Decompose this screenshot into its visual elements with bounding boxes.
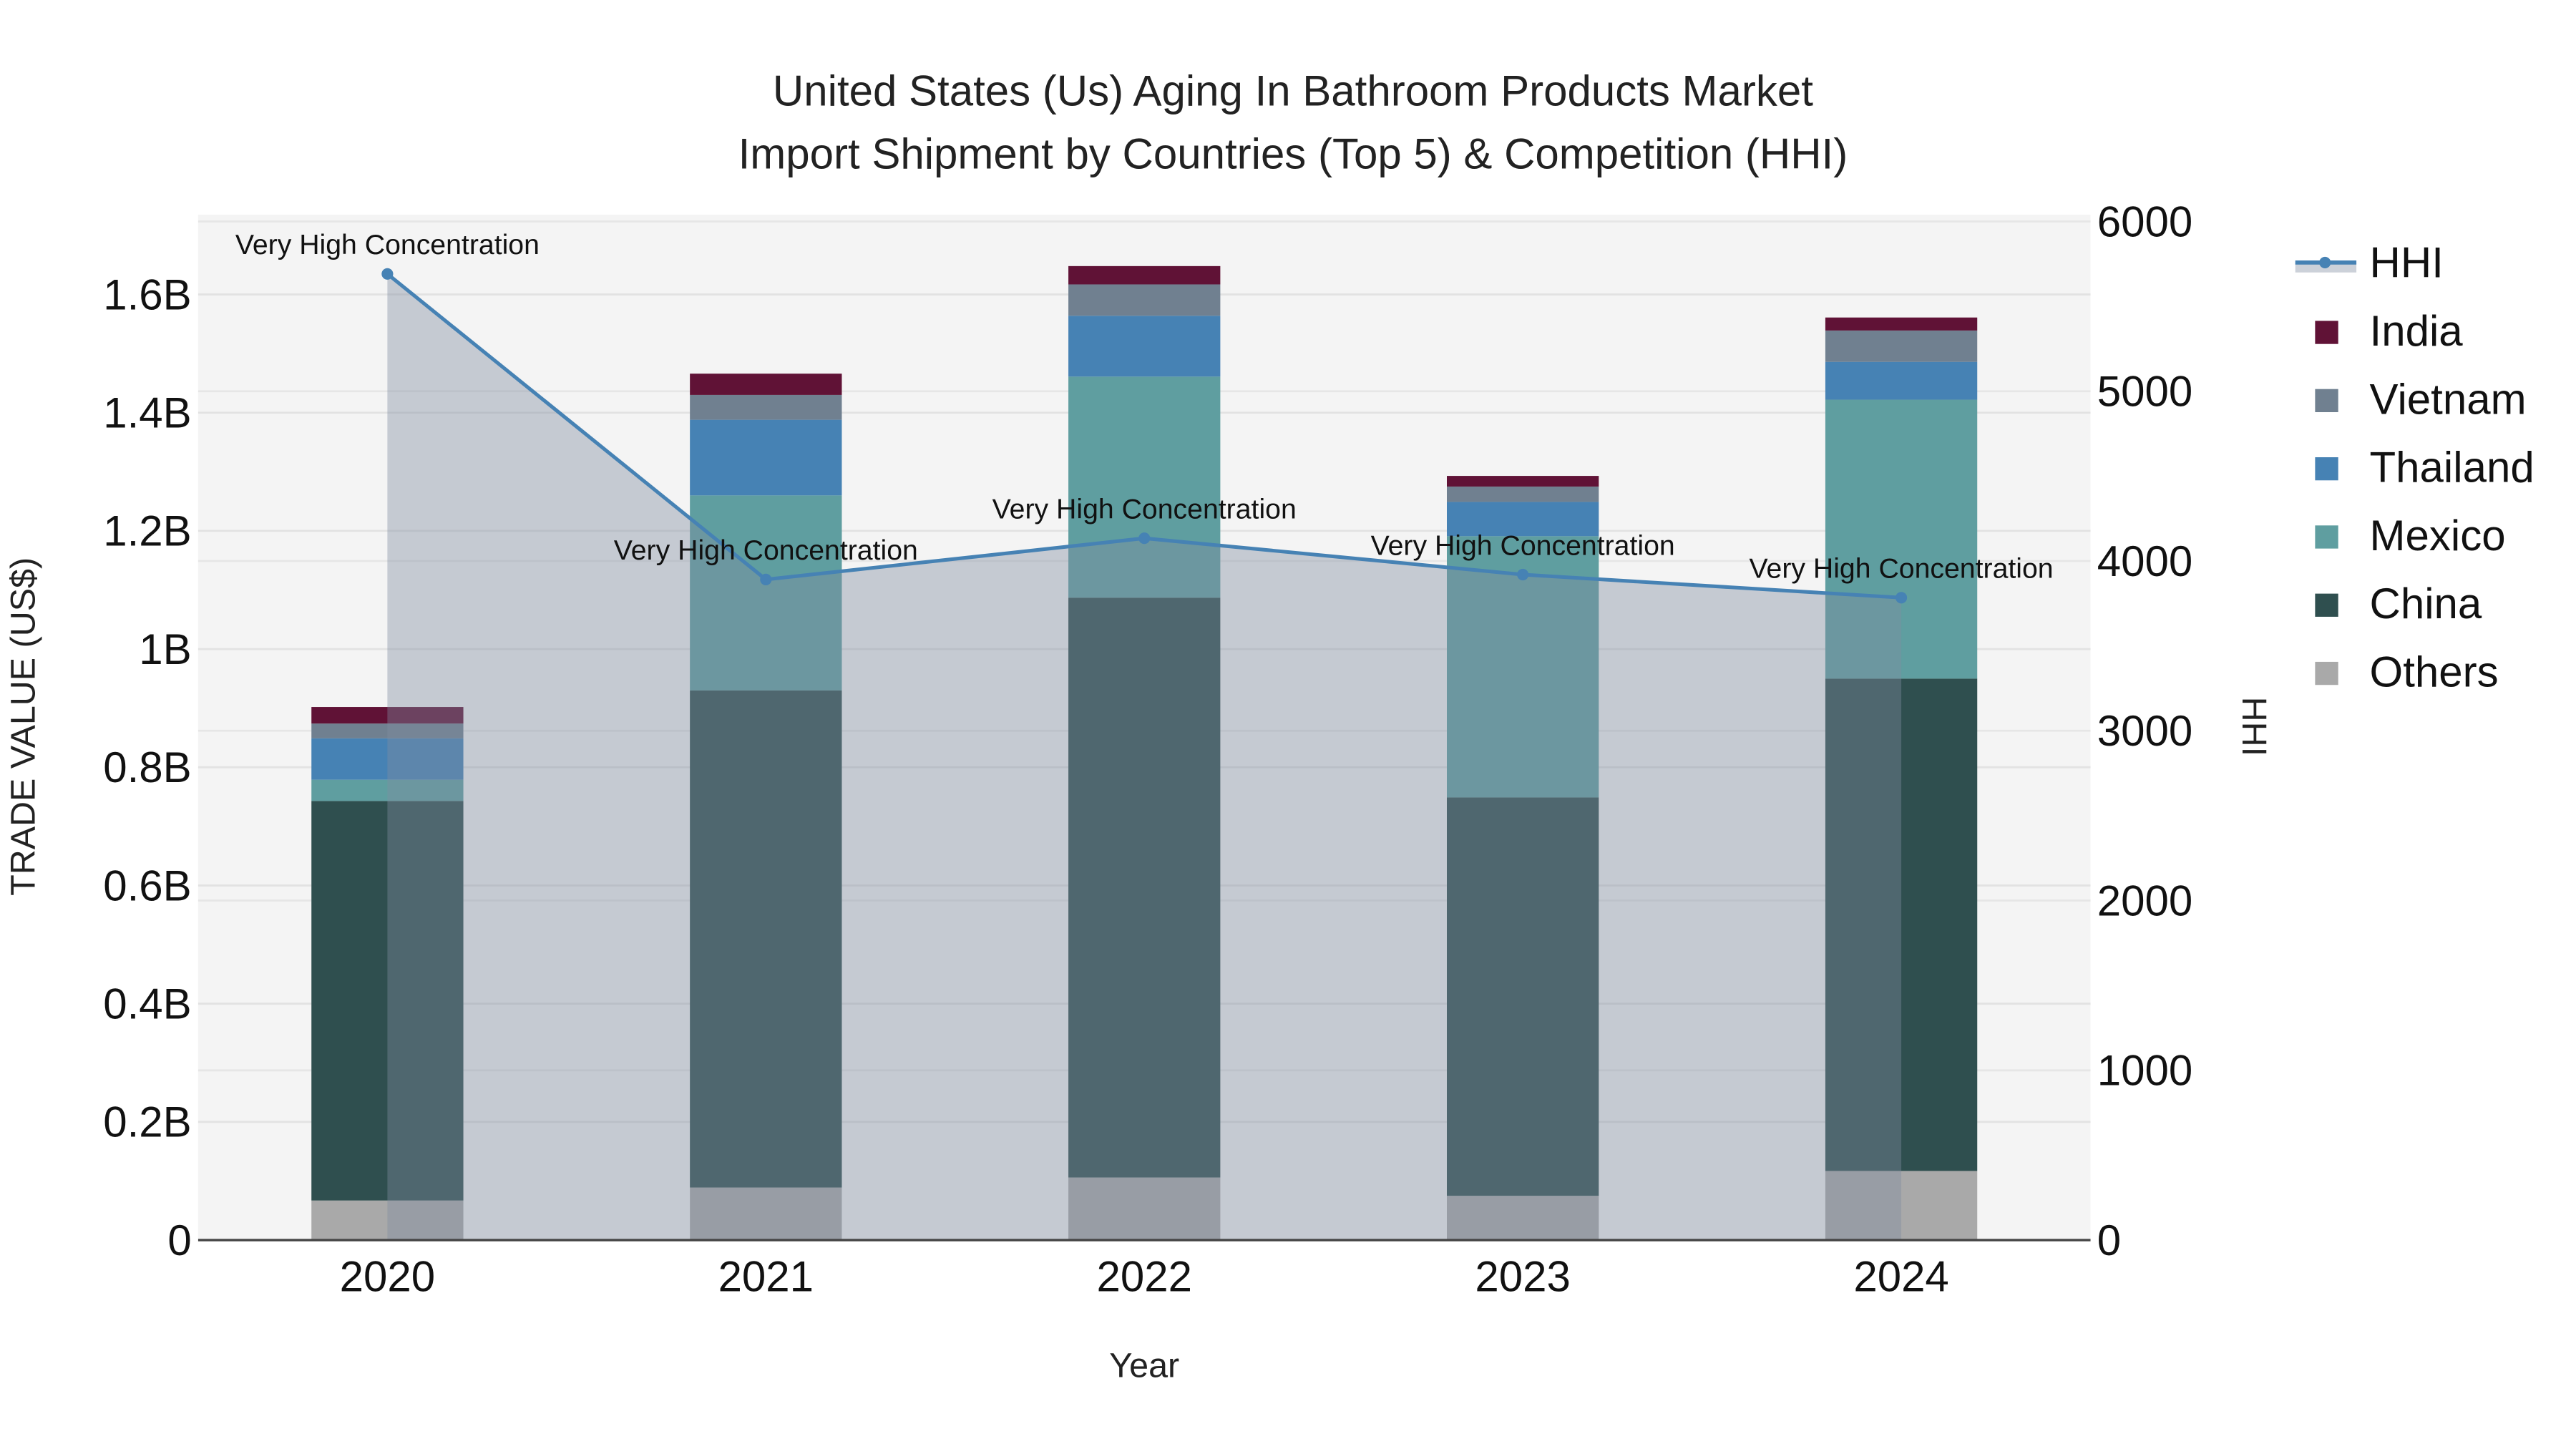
hhi-point-2020 xyxy=(381,268,394,280)
y-tick-label: 0.8B xyxy=(103,743,191,791)
x-tick-label: 2024 xyxy=(1853,1253,1948,1301)
x-tick-label: 2021 xyxy=(718,1253,814,1301)
y-tick-label: 0 xyxy=(167,1216,191,1264)
legend-swatch xyxy=(2315,321,2338,344)
hhi-annotation: Very High Concentration xyxy=(992,494,1297,525)
bar-vietnam-2024 xyxy=(1825,330,1978,362)
x-tick-label: 2020 xyxy=(340,1253,435,1301)
y2-axis-title: HHI xyxy=(2235,697,2273,756)
y2-tick-label: 2000 xyxy=(2097,877,2192,924)
bar-india-2021 xyxy=(690,374,842,395)
x-axis-title: Year xyxy=(1109,1347,1179,1385)
bar-thailand-2024 xyxy=(1825,361,1978,400)
hhi-point-2023 xyxy=(1517,568,1529,581)
y-tick-label: 0.2B xyxy=(103,1098,191,1146)
bar-thailand-2021 xyxy=(690,419,842,496)
hhi-annotation: Very High Concentration xyxy=(1371,530,1675,561)
hhi-point-2022 xyxy=(1138,532,1151,545)
chart-subtitle: Import Shipment by Countries (Top 5) & C… xyxy=(738,130,1848,177)
legend-label: Mexico xyxy=(2370,512,2506,560)
legend-label: India xyxy=(2370,307,2464,355)
y2-tick-label: 4000 xyxy=(2097,537,2192,585)
hhi-point-2021 xyxy=(760,573,772,585)
legend-swatch xyxy=(2315,525,2338,549)
y-axis-title: TRADE VALUE (US$) xyxy=(4,557,42,896)
y2-tick-label: 0 xyxy=(2097,1216,2121,1264)
legend-marker xyxy=(2319,256,2331,268)
chart: United States (Us) Aging In Bathroom Pro… xyxy=(0,0,2576,1449)
y-tick-label: 1.6B xyxy=(103,270,191,318)
y-tick-label: 0.4B xyxy=(103,980,191,1028)
bar-vietnam-2023 xyxy=(1447,486,1599,502)
legend-label: Others xyxy=(2370,648,2499,696)
y-tick-label: 1.4B xyxy=(103,389,191,436)
hhi-point-2024 xyxy=(1896,592,1908,604)
bar-india-2024 xyxy=(1825,317,1978,331)
legend-label: Vietnam xyxy=(2370,375,2527,423)
bar-thailand-2022 xyxy=(1068,316,1221,377)
legend-swatch xyxy=(2315,457,2338,481)
legend-label: Thailand xyxy=(2370,444,2534,492)
hhi-annotation: Very High Concentration xyxy=(1750,553,2054,585)
legend-label: China xyxy=(2370,580,2482,628)
x-tick-label: 2022 xyxy=(1096,1253,1191,1301)
legend-label: HHI xyxy=(2370,239,2444,287)
bar-vietnam-2021 xyxy=(690,394,842,420)
y2-tick-label: 6000 xyxy=(2097,197,2192,245)
legend-swatch xyxy=(2315,593,2338,617)
legend-swatch xyxy=(2315,661,2338,686)
y2-tick-label: 3000 xyxy=(2097,707,2192,755)
y2-tick-label: 1000 xyxy=(2097,1047,2192,1095)
hhi-annotation: Very High Concentration xyxy=(614,535,918,566)
bar-vietnam-2022 xyxy=(1068,284,1221,316)
hhi-annotation: Very High Concentration xyxy=(235,229,540,260)
y2-tick-label: 5000 xyxy=(2097,368,2192,416)
bar-india-2022 xyxy=(1068,265,1221,285)
y-tick-label: 0.6B xyxy=(103,862,191,909)
x-tick-label: 2023 xyxy=(1475,1253,1570,1301)
legend-swatch xyxy=(2315,389,2338,412)
y-tick-label: 1.2B xyxy=(103,507,191,555)
chart-title: United States (Us) Aging In Bathroom Pro… xyxy=(773,67,1813,115)
bar-india-2023 xyxy=(1447,476,1599,487)
y-tick-label: 1B xyxy=(139,625,191,673)
